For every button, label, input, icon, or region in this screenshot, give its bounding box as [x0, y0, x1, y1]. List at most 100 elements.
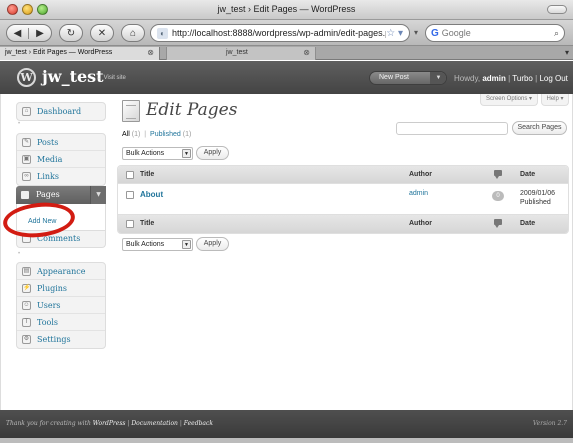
apply-button-top[interactable]: Apply [196, 146, 229, 160]
search-pages-input[interactable] [396, 122, 508, 135]
appearance-icon: ▤ [22, 267, 31, 276]
table-footer-row: Title Author Date [118, 215, 568, 233]
posts-pin-icon: ✎ [22, 138, 31, 147]
documentation-link[interactable]: Documentation [131, 420, 178, 427]
user-greeting: Howdy, admin | Turbo | Log Out [454, 74, 568, 83]
page-date: 2009/01/06 Published [520, 189, 555, 207]
username-link[interactable]: admin [482, 74, 506, 83]
column-date-footer[interactable]: Date [520, 220, 535, 227]
screen-options-button[interactable]: Screen Options ▾ [480, 94, 538, 106]
bulk-actions-select-top[interactable]: Bulk Actions ▼ [122, 147, 193, 160]
sidebar-item-plugins[interactable]: ⚡ Plugins [17, 280, 105, 297]
sidebar-item-label: Pages [36, 190, 60, 199]
page-status: Published [520, 199, 551, 206]
column-date-header[interactable]: Date [520, 171, 535, 178]
column-author-header: Author [409, 171, 432, 178]
back-arrow-icon[interactable]: ◀ [7, 27, 30, 39]
visit-site-link[interactable]: ← Visit site [96, 75, 126, 81]
search-engine-placeholder: Google [441, 28, 471, 38]
sidebar-item-label: Posts [37, 138, 59, 147]
site-favicon-icon: ◐ [157, 27, 168, 39]
tab-label: jw_test › Edit Pages — WordPress [5, 49, 113, 56]
window-bottom-edge [0, 438, 573, 443]
logout-link[interactable]: Log Out [539, 74, 567, 83]
sidebar-item-pages[interactable]: Pages ▼ [16, 186, 106, 204]
page-title: Edit Pages [146, 100, 238, 120]
filter-all-count: (1) [131, 131, 141, 138]
dropdown-arrow-icon[interactable]: ▾ [414, 28, 418, 37]
search-pages-button[interactable]: Search Pages [512, 121, 567, 135]
column-author-footer: Author [409, 220, 432, 227]
toolbar-toggle-button[interactable] [547, 5, 567, 14]
pages-toggle-icon[interactable]: ▼ [90, 186, 106, 204]
sidebar-item-label: Settings [37, 335, 71, 344]
sidebar-settings-group: ▤ Appearance ⚡ Plugins ☺ Users T Tools ⚙… [16, 262, 106, 349]
home-icon[interactable]: ⌂ [121, 24, 145, 42]
select-all-checkbox[interactable] [126, 220, 134, 228]
address-bar[interactable]: ◐ http://localhost:8888/wordpress/wp-adm… [150, 24, 410, 42]
bulk-actions-value: Bulk Actions [126, 241, 165, 248]
sidebar-item-label: Appearance [37, 267, 86, 276]
sidebar-item-posts[interactable]: ✎ Posts [17, 134, 105, 151]
wp-version: Version 2.7 [532, 420, 567, 427]
tools-icon: T [22, 318, 31, 327]
close-tab-icon[interactable]: ⊗ [147, 47, 154, 59]
settings-icon: ⚙ [22, 335, 31, 344]
table-row: About admin 0 2009/01/06 Published [118, 184, 568, 215]
sidebar-item-users[interactable]: ☺ Users [17, 297, 105, 314]
row-checkbox[interactable] [126, 191, 134, 199]
users-icon: ☺ [22, 301, 31, 310]
stop-icon[interactable]: ✕ [90, 24, 114, 42]
sidebar-item-media[interactable]: ▣ Media [17, 151, 105, 168]
window-titlebar: jw_test › Edit Pages — WordPress [0, 0, 573, 20]
comments-column-icon [494, 170, 502, 179]
column-title-footer[interactable]: Title [140, 220, 154, 227]
forward-arrow-icon[interactable]: ▶ [29, 28, 51, 39]
links-chain-icon: ∞ [22, 172, 31, 181]
browser-tab-active[interactable]: jw_test › Edit Pages — WordPress ⊗ [0, 47, 160, 60]
filter-published-link[interactable]: Published [150, 131, 181, 138]
wp-footer: Thank you for creating with WordPress | … [0, 410, 573, 438]
comment-count-badge[interactable]: 0 [492, 191, 504, 201]
pages-table: Title Author Date About admin 0 2009/01/… [117, 165, 569, 234]
sidebar-item-links[interactable]: ∞ Links [17, 168, 105, 185]
tab-overflow-icon[interactable]: ▾ [565, 48, 569, 57]
help-button[interactable]: Help ▾ [541, 94, 569, 106]
turbo-link[interactable]: Turbo [512, 74, 533, 83]
sidebar-item-appearance[interactable]: ▤ Appearance [17, 263, 105, 280]
feedback-link[interactable]: Feedback [184, 420, 213, 427]
page-author-link[interactable]: admin [409, 190, 428, 197]
howdy-label: Howdy, [454, 74, 481, 83]
search-icon[interactable]: ⌕ [554, 28, 559, 39]
select-all-checkbox[interactable] [126, 171, 134, 179]
wordpress-link[interactable]: WordPress [93, 420, 126, 427]
bookmark-star-icon[interactable]: ☆ ▾ [386, 28, 403, 39]
dashboard-icon: ⌂ [22, 107, 31, 116]
sidebar-content-group: ✎ Posts ▣ Media ∞ Links [16, 133, 106, 186]
page-date-value: 2009/01/06 [520, 190, 556, 197]
web-search-box[interactable]: G Google ⌕ [425, 24, 565, 42]
google-icon[interactable]: G [431, 28, 439, 39]
filter-all-link[interactable]: All [122, 131, 130, 138]
browser-tab-inactive[interactable]: jw_test ⊗ [166, 47, 316, 60]
bulk-actions-select-bottom[interactable]: Bulk Actions ▼ [122, 238, 193, 251]
sidebar-item-settings[interactable]: ⚙ Settings [17, 331, 105, 348]
close-tab-icon[interactable]: ⊗ [303, 47, 310, 59]
sidebar-item-label: Dashboard [37, 107, 82, 116]
apply-button-bottom[interactable]: Apply [196, 237, 229, 251]
site-title[interactable]: jw_test [42, 67, 104, 86]
new-post-button[interactable]: New Post ▼ [369, 71, 447, 85]
sidebar-item-dashboard[interactable]: ⌂ Dashboard [17, 103, 105, 120]
separator: | [127, 420, 130, 427]
sidebar-item-tools[interactable]: T Tools [17, 314, 105, 331]
reload-icon[interactable]: ↻ [59, 24, 83, 42]
page-title-link[interactable]: About [140, 190, 163, 199]
separator: | [508, 74, 511, 83]
address-url[interactable]: http://localhost:8888/wordpress/wp-admin… [172, 28, 386, 38]
favorite-actions-toggle-icon[interactable]: ▼ [430, 72, 446, 84]
column-title-header[interactable]: Title [140, 171, 154, 178]
separator: | [144, 131, 147, 138]
sidebar-item-label: Media [37, 155, 63, 164]
filter-published-count: (1) [182, 131, 192, 138]
menu-separator: • [18, 251, 21, 257]
